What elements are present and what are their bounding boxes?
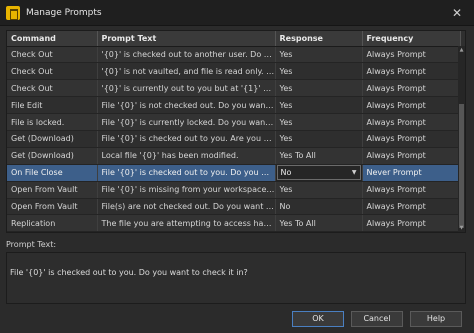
cell-frequency[interactable]: Always Prompt (362, 62, 461, 81)
cell-command[interactable]: Get (Download) (7, 130, 98, 148)
cell-frequency[interactable]: Always Prompt (362, 181, 461, 199)
header-row: Command Prompt Text Response Frequency (7, 31, 461, 47)
cancel-button[interactable]: Cancel (351, 311, 403, 327)
cell-response[interactable]: Yes To All (275, 214, 363, 232)
cell-response[interactable]: Yes (275, 46, 363, 64)
table-row[interactable]: Get (Download) File '{0}' is checked out… (7, 130, 461, 148)
cell-response-editor[interactable]: No ▼ (275, 164, 363, 182)
close-icon[interactable]: ✕ (450, 6, 464, 20)
table-row[interactable]: Get (Download) Local file '{0}' has been… (7, 147, 461, 165)
cell-frequency[interactable]: Always Prompt (362, 130, 461, 148)
cell-frequency[interactable]: Always Prompt (362, 79, 461, 98)
prompts-grid: Command Prompt Text Response Frequency C… (6, 30, 466, 233)
table-row[interactable]: Replication The file you are attempting … (7, 214, 461, 232)
table-row[interactable]: Check Out '{0}' is currently out to you … (7, 79, 461, 98)
window-title: Manage Prompts (26, 7, 102, 18)
cell-response[interactable]: No (275, 198, 363, 216)
cell-prompt-text[interactable]: File(s) are not checked out. Do you want… (97, 198, 276, 216)
cell-frequency[interactable]: Always Prompt (362, 214, 461, 232)
cell-prompt-text[interactable]: File '{0}' is checked out to you. Are yo… (97, 130, 276, 148)
response-dropdown[interactable]: No ▼ (276, 165, 361, 181)
table-row[interactable]: Check Out '{0}' is checked out to anothe… (7, 46, 461, 64)
title-bar: Manage Prompts ✕ (0, 0, 474, 26)
cell-command[interactable]: File is locked. (7, 113, 98, 131)
cell-response[interactable]: Yes To All (275, 147, 363, 165)
cell-command[interactable]: Replication (7, 214, 98, 232)
cell-prompt-text[interactable]: File '{0}' is not checked out. Do you wa… (97, 96, 276, 115)
table-row[interactable]: File is locked. File '{0}' is currently … (7, 113, 461, 131)
table-row[interactable]: Open From Vault File(s) are not checked … (7, 198, 461, 216)
cell-command[interactable]: On File Close (7, 164, 98, 182)
cell-frequency[interactable]: Always Prompt (362, 113, 461, 131)
vertical-scrollbar[interactable]: ▲ ▼ (458, 46, 465, 232)
table-row[interactable]: File Edit File '{0}' is not checked out.… (7, 96, 461, 115)
cell-prompt-text[interactable]: File '{0}' is missing from your workspac… (97, 181, 276, 199)
cell-frequency[interactable]: Always Prompt (362, 198, 461, 216)
cell-command[interactable]: Check Out (7, 46, 98, 64)
cell-response[interactable]: Yes (275, 79, 363, 98)
table-row[interactable]: Open From Vault File '{0}' is missing fr… (7, 181, 461, 199)
scroll-down-icon[interactable]: ▼ (458, 224, 465, 232)
cell-prompt-text[interactable]: '{0}' is checked out to another user. Do… (97, 46, 276, 64)
scrollbar-thumb[interactable] (459, 104, 464, 228)
cell-response[interactable]: Yes (275, 130, 363, 148)
cell-prompt-text[interactable]: '{0}' is not vaulted, and file is read o… (97, 62, 276, 81)
scroll-up-icon[interactable]: ▲ (458, 46, 465, 54)
column-header-response[interactable]: Response (275, 31, 363, 47)
cell-response[interactable]: Yes (275, 62, 363, 81)
table-row[interactable]: Check Out '{0}' is not vaulted, and file… (7, 62, 461, 81)
cell-frequency[interactable]: Always Prompt (362, 147, 461, 165)
cell-frequency[interactable]: Always Prompt (362, 46, 461, 64)
cell-command[interactable]: Check Out (7, 62, 98, 81)
prompts-table: Command Prompt Text Response Frequency C… (7, 31, 461, 232)
cell-prompt-text[interactable]: File '{0}' is currently locked. Do you w… (97, 113, 276, 131)
cell-response[interactable]: Yes (275, 96, 363, 115)
response-dropdown-value: No (280, 168, 292, 178)
help-button[interactable]: Help (410, 311, 462, 327)
cell-response[interactable]: Yes (275, 113, 363, 131)
cell-prompt-text[interactable]: The file you are attempting to access ha… (97, 214, 276, 232)
prompt-text-label: Prompt Text: (6, 240, 57, 249)
column-header-command[interactable]: Command (7, 31, 98, 47)
cell-command[interactable]: Get (Download) (7, 147, 98, 165)
cell-command[interactable]: Open From Vault (7, 181, 98, 199)
cell-prompt-text[interactable]: '{0}' is currently out to you but at '{1… (97, 79, 276, 98)
prompt-text-value: File '{0}' is checked out to you. Do you… (10, 268, 248, 277)
cell-command[interactable]: Open From Vault (7, 198, 98, 216)
table-row-selected[interactable]: On File Close File '{0}' is checked out … (7, 164, 461, 182)
ok-button[interactable]: OK (292, 311, 344, 327)
column-header-frequency[interactable]: Frequency (362, 31, 461, 47)
column-header-prompt-text[interactable]: Prompt Text (97, 31, 276, 47)
cell-command[interactable]: Check Out (7, 79, 98, 98)
prompt-text-box[interactable]: File '{0}' is checked out to you. Do you… (6, 252, 466, 304)
cell-prompt-text[interactable]: Local file '{0}' has been modified. (97, 147, 276, 165)
cell-frequency[interactable]: Always Prompt (362, 96, 461, 115)
cell-prompt-text[interactable]: File '{0}' is checked out to you. Do you… (97, 164, 276, 182)
app-icon (6, 5, 20, 20)
cell-frequency[interactable]: Never Prompt (362, 164, 461, 182)
cell-command[interactable]: File Edit (7, 96, 98, 115)
cell-response[interactable]: Yes (275, 181, 363, 199)
dropdown-caret-icon[interactable]: ▼ (352, 169, 357, 176)
